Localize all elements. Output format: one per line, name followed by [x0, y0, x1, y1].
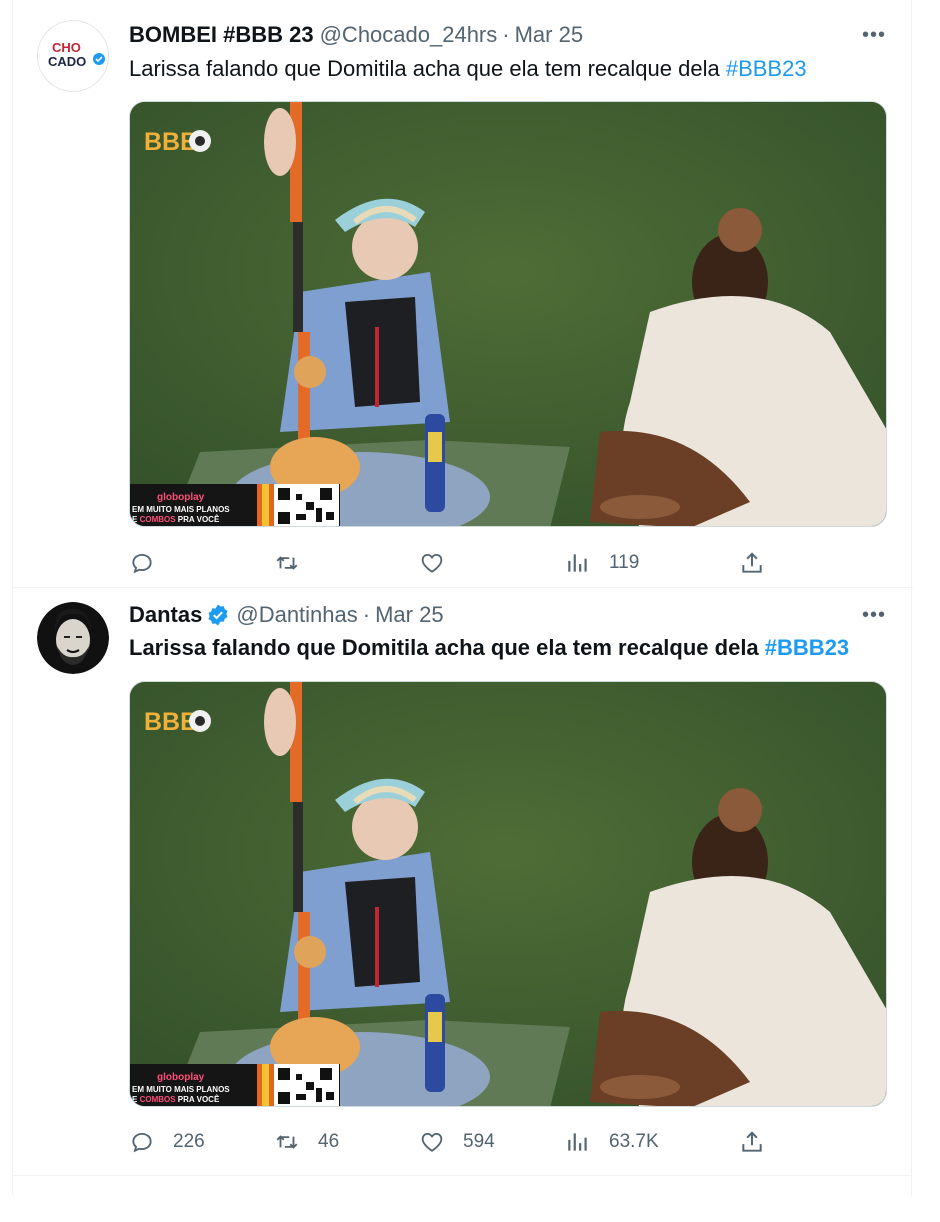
- hashtag-link[interactable]: #BBB23: [765, 635, 849, 660]
- views-count: 63.7K: [609, 1131, 659, 1152]
- avatar-text-line1: CHO: [52, 40, 81, 55]
- retweet-button[interactable]: 46: [274, 1124, 339, 1160]
- reply-button[interactable]: 226: [129, 1124, 205, 1160]
- retweet-count: 46: [318, 1131, 340, 1152]
- banner-line1: EM MUITO MAIS PLANOS: [132, 505, 230, 514]
- tweet-actions: 226 46 594 63.7K: [129, 1124, 779, 1160]
- avatar[interactable]: CHO CADO: [37, 20, 109, 92]
- retweet-icon: [276, 1135, 298, 1149]
- views-count: 119: [609, 552, 640, 573]
- tweet-text-body: Larissa falando que Domitila acha que el…: [129, 56, 720, 81]
- tweet-media-image[interactable]: globoplay EM MUITO MAIS PLANOS E COMBOS …: [129, 681, 887, 1107]
- divider: [13, 1175, 911, 1176]
- tweet-date[interactable]: Mar 25: [515, 22, 583, 48]
- tweet-text: Larissa falando que Domitila acha que el…: [129, 54, 889, 84]
- reply-button[interactable]: [129, 545, 173, 581]
- verified-badge-icon[interactable]: [206, 603, 230, 627]
- avatar[interactable]: [37, 602, 109, 674]
- retweet-icon: [276, 556, 298, 570]
- tweet-date[interactable]: Mar 25: [375, 602, 443, 628]
- tweet-header: Dantas @Dantinhas · Mar 25 •••: [129, 600, 889, 630]
- views-icon: [568, 1133, 587, 1151]
- share-button[interactable]: [739, 1124, 765, 1160]
- like-icon: [421, 553, 443, 573]
- banner-brand: globoplay: [157, 492, 205, 503]
- reply-icon: [132, 1132, 152, 1153]
- avatar-text-line2: CADO: [48, 54, 86, 69]
- banner-brand: globoplay: [157, 1072, 205, 1083]
- share-button[interactable]: [739, 545, 765, 581]
- separator: ·: [502, 22, 510, 47]
- handle[interactable]: @Chocado_24hrs: [320, 22, 498, 48]
- views-icon: [568, 554, 587, 572]
- like-count: 594: [463, 1131, 495, 1152]
- tweet-header: BOMBEI #BBB 23 @Chocado_24hrs · Mar 25 •…: [129, 20, 889, 50]
- like-button[interactable]: 594: [419, 1124, 495, 1160]
- tweet-actions: 119: [129, 545, 779, 581]
- reply-icon: [132, 553, 152, 574]
- views-button[interactable]: 119: [565, 545, 639, 581]
- reply-count: 226: [173, 1131, 205, 1152]
- separator: ·: [362, 602, 371, 627]
- tweet-text: Larissa falando que Domitila acha que el…: [129, 633, 889, 663]
- share-icon: [742, 552, 762, 573]
- banner-line2: E COMBOS PRA VOCÊ: [132, 515, 220, 524]
- display-name[interactable]: Dantas: [129, 602, 202, 628]
- tweet[interactable]: Dantas @Dantinhas · Mar 25 ••• Larissa f…: [13, 588, 913, 1176]
- more-icon[interactable]: •••: [859, 600, 889, 630]
- display-name[interactable]: BOMBEI #BBB 23: [129, 22, 314, 48]
- like-icon: [421, 1132, 443, 1152]
- banner-line2: E COMBOS PRA VOCÊ: [132, 1095, 220, 1104]
- timeline-column: CHO CADO BOMBEI #BBB 23 @Chocado_24hrs ·…: [12, 0, 913, 1196]
- hashtag-link[interactable]: #BBB23: [726, 56, 807, 81]
- retweet-button[interactable]: [274, 545, 318, 581]
- views-button[interactable]: 63.7K: [565, 1124, 659, 1160]
- handle[interactable]: @Dantinhas: [236, 602, 357, 628]
- tweet[interactable]: CHO CADO BOMBEI #BBB 23 @Chocado_24hrs ·…: [13, 0, 913, 588]
- banner-line1: EM MUITO MAIS PLANOS: [132, 1085, 230, 1094]
- share-icon: [742, 1131, 762, 1152]
- more-icon[interactable]: •••: [859, 20, 889, 50]
- like-button[interactable]: [419, 545, 463, 581]
- tweet-text-body: Larissa falando que Domitila acha que el…: [129, 635, 759, 660]
- tweet-media-image[interactable]: globoplay EM MUITO MAIS PLANOS E COMBOS …: [129, 101, 887, 527]
